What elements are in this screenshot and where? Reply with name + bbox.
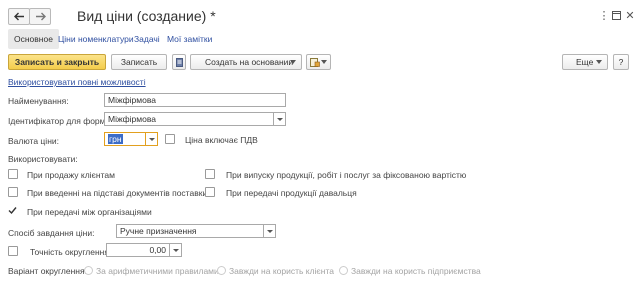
document-list-button[interactable] [172,54,186,70]
currency-value: грн [108,134,123,144]
used-label: Використовувати: [8,154,78,164]
rounding-variant-label: Варіант округлення: [8,266,87,276]
currency-input[interactable]: грн [104,132,146,146]
chevron-down-icon [596,60,602,64]
create-based-on-label: Создать на основании [205,57,294,67]
print-reports-button[interactable] [306,54,331,70]
rounding-accuracy-label: Точність округлення: [30,247,112,257]
name-label: Найменування: [8,96,69,106]
chevron-down-icon [290,60,296,64]
price-method-label: Спосіб завдання ціни: [8,228,95,238]
option-tolling-label: При передачі продукції давальця [226,188,357,198]
help-button[interactable]: ? [613,54,629,70]
currency-dropdown-button[interactable] [146,132,158,146]
option-intercompany-label: При передачі між організаціями [27,207,152,217]
identifier-input[interactable]: Міжфірмова [104,112,274,126]
name-input[interactable]: Міжфірмова [104,93,286,107]
option-supply-docs-label: При введенні на підставі документів пост… [27,188,208,198]
back-button[interactable] [8,8,30,25]
rounding-accuracy-input[interactable]: 0,00 [106,243,170,257]
save-and-close-button[interactable]: Записать и закрыть [8,54,106,70]
identifier-dropdown-button[interactable] [274,112,286,126]
vat-included-checkbox[interactable] [165,134,175,144]
option-sales-label: При продажу клієнтам [27,170,115,180]
identifier-label: Ідентифікатор для формул: [8,116,117,126]
option-fixed-cost-label: При випуску продукції, робіт і послуг за… [226,170,467,180]
tab-nomenclature-prices[interactable]: Ціни номенклатури [58,29,134,49]
vat-included-label: Ціна включає ПДВ [185,135,258,145]
rounding-enterprise-label: Завжди на користь підприємства [351,266,481,276]
rounding-client-label: Завжди на користь клієнта [229,266,334,276]
option-supply-docs-checkbox[interactable] [8,187,18,197]
rounding-arithmetic-radio[interactable] [84,266,93,275]
close-icon[interactable]: ✕ [624,9,636,23]
tab-tasks[interactable]: Задачі [134,29,160,49]
tab-my-notes[interactable]: Мої замітки [167,29,212,49]
rounding-arithmetic-label: За арифметичними правилами [96,266,219,276]
vertical-dots-icon[interactable]: ⋮ [598,9,610,23]
save-button[interactable]: Записать [111,54,167,70]
option-intercompany-checkbox[interactable] [8,206,18,216]
option-sales-checkbox[interactable] [8,169,18,179]
rounding-client-radio[interactable] [217,266,226,275]
arrow-right-icon [35,12,46,21]
window-icon[interactable] [610,9,622,24]
use-full-capabilities-link[interactable]: Використовувати повні можливості [8,77,146,87]
rounding-accuracy-dropdown-button[interactable] [170,243,182,257]
window-title: Вид ціни (создание) * [77,8,216,24]
more-button[interactable]: Еще [562,54,608,70]
forward-button[interactable] [29,8,51,25]
checkmark-icon [8,207,17,215]
price-method-input[interactable]: Ручне призначення [116,224,264,238]
rounding-enterprise-radio[interactable] [339,266,348,275]
report-icon [310,57,320,67]
price-method-dropdown-button[interactable] [264,224,276,238]
currency-label: Валюта ціни: [8,136,59,146]
create-based-on-button[interactable]: Создать на основании [190,54,302,70]
option-fixed-cost-checkbox[interactable] [205,169,215,179]
tab-main[interactable]: Основное [8,29,59,49]
rounding-accuracy-checkbox[interactable] [8,246,18,256]
chevron-down-icon [321,60,327,64]
option-tolling-checkbox[interactable] [205,187,215,197]
document-list-icon [175,57,183,67]
arrow-left-icon [13,12,24,21]
more-label: Еще [576,57,594,67]
